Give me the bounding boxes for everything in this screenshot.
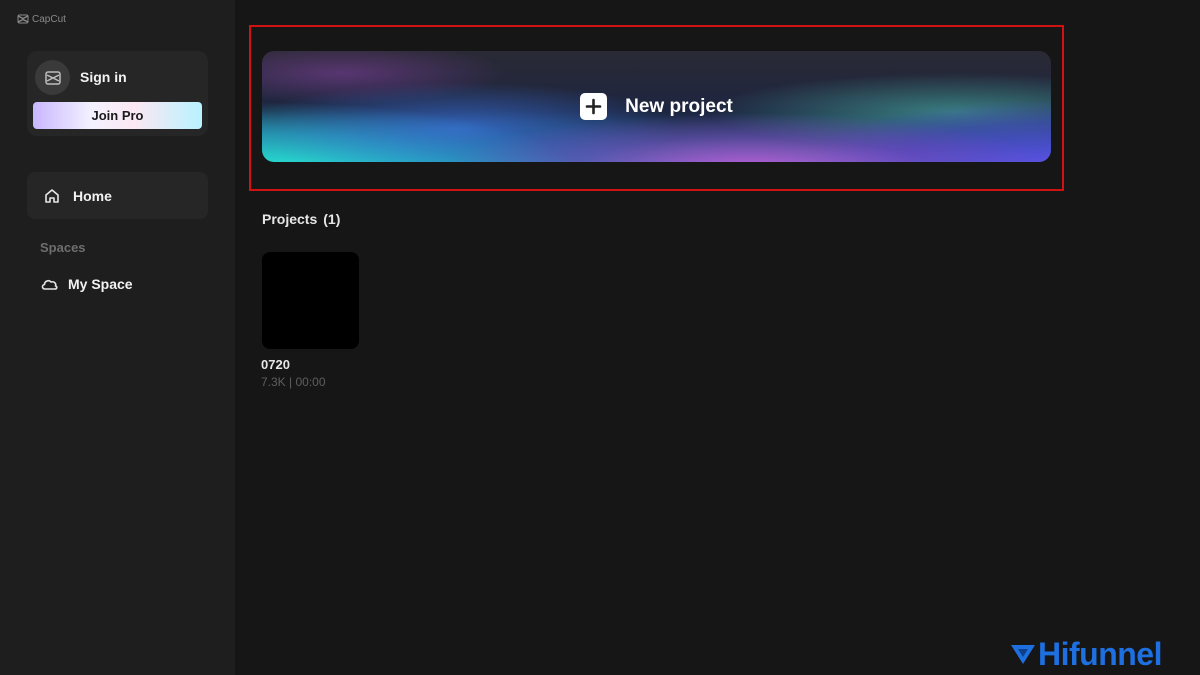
watermark: Hifunnel	[1010, 636, 1162, 672]
join-pro-button[interactable]: Join Pro	[33, 102, 202, 129]
watermark-text: Hifunnel	[1038, 635, 1162, 672]
project-thumbnail[interactable]	[262, 252, 359, 349]
new-project-content: New project	[580, 93, 733, 120]
projects-heading-label: Projects	[262, 211, 318, 227]
project-name[interactable]: 0720	[261, 357, 290, 372]
plus-icon	[580, 93, 608, 120]
app-title: CapCut	[17, 12, 66, 26]
sidebar-item-my-space[interactable]: My Space	[27, 268, 208, 300]
sign-in-link[interactable]: Sign in	[80, 69, 127, 85]
project-meta: 7.3K | 00:00	[261, 375, 326, 389]
capcut-avatar-icon	[44, 70, 61, 85]
spaces-heading: Spaces	[40, 240, 86, 255]
cloud-icon	[40, 275, 59, 293]
avatar[interactable]	[35, 60, 70, 95]
sidebar-item-home[interactable]: Home	[27, 172, 208, 219]
account-card: Sign in Join Pro	[27, 51, 208, 136]
capcut-logo-icon	[17, 14, 29, 24]
new-project-button[interactable]: New project	[262, 51, 1051, 162]
new-project-label: New project	[625, 95, 733, 117]
projects-heading: Projects (1)	[262, 211, 340, 227]
hifunnel-logo-icon	[1011, 645, 1035, 664]
home-icon	[43, 187, 61, 205]
sidebar-item-label: Home	[73, 187, 112, 204]
sidebar-item-label: My Space	[68, 276, 133, 292]
projects-count: (1)	[323, 211, 341, 227]
app-title-text: CapCut	[32, 13, 66, 25]
sidebar: CapCut Sign in Join Pro Home Spaces My S…	[0, 0, 235, 675]
